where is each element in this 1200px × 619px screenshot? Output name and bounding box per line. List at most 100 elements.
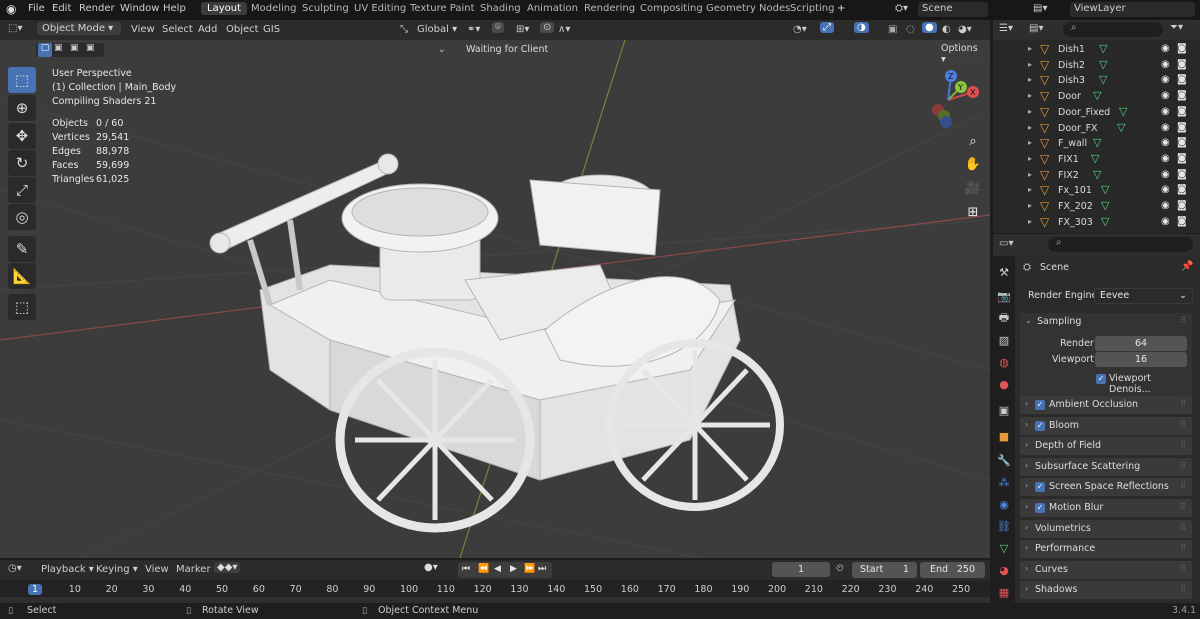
- pivot-icon[interactable]: ⚭▾: [467, 24, 480, 35]
- jump-end-icon[interactable]: ⏭: [538, 564, 546, 574]
- tab-compositing[interactable]: Compositing: [640, 3, 703, 14]
- world-tab-icon[interactable]: ●: [996, 376, 1012, 392]
- mesh-data-icon[interactable]: ▽: [1101, 183, 1109, 196]
- grip-icon[interactable]: ⠿: [1180, 440, 1186, 449]
- grip-icon[interactable]: ⠿: [1180, 316, 1186, 325]
- mesh-data-icon[interactable]: ▽: [1091, 152, 1099, 165]
- outliner-item[interactable]: ▸ ▽ Dish2 ▽ ◉ ◙: [993, 58, 1200, 73]
- properties-type-icon[interactable]: ▭▾: [999, 238, 1013, 249]
- texture-tab-icon[interactable]: ▦: [996, 584, 1012, 600]
- selection-mode-buttons[interactable]: ▢ ▣ ▣ ▣: [36, 43, 104, 57]
- keyframe-toggle-icon[interactable]: ◆◆▾: [214, 562, 241, 573]
- transform-orientation-dropdown[interactable]: Global ▾: [417, 24, 457, 35]
- menu-add[interactable]: Add: [198, 24, 217, 35]
- camera-icon[interactable]: ◙: [1177, 74, 1187, 85]
- camera-icon[interactable]: ◙: [1177, 43, 1187, 54]
- camera-icon[interactable]: ◙: [1177, 216, 1187, 227]
- rotate-tool-icon[interactable]: ↻: [8, 150, 36, 176]
- property-panel[interactable]: › Volumetrics ⠿: [1020, 519, 1192, 538]
- select-new-icon[interactable]: ▢: [38, 43, 52, 57]
- grip-icon[interactable]: ⠿: [1180, 584, 1186, 593]
- select-extend-icon[interactable]: ▣: [54, 43, 63, 53]
- expand-arrow-icon[interactable]: ▸: [1028, 75, 1032, 84]
- camera-icon[interactable]: ◙: [1177, 90, 1187, 101]
- grip-icon[interactable]: ⠿: [1180, 461, 1186, 470]
- grip-icon[interactable]: ⠿: [1180, 399, 1186, 408]
- expand-arrow-icon[interactable]: ▸: [1028, 201, 1032, 210]
- tab-rendering[interactable]: Rendering: [584, 3, 635, 14]
- add-cube-tool-icon[interactable]: ⬚: [8, 294, 36, 320]
- property-panel[interactable]: › Curves ⠿: [1020, 560, 1192, 579]
- eye-icon[interactable]: ◉: [1161, 122, 1170, 133]
- scene-selector[interactable]: Scene: [918, 2, 988, 17]
- mesh-data-icon[interactable]: ▽: [1117, 121, 1125, 134]
- mesh-data-icon[interactable]: ▽: [1101, 199, 1109, 212]
- play-icon[interactable]: ▶: [510, 564, 517, 574]
- tab-sculpting[interactable]: Sculpting: [302, 3, 349, 14]
- view-layer-tab-icon[interactable]: ▨: [996, 332, 1012, 348]
- view-layer-icon[interactable]: ▤▾: [1033, 3, 1047, 14]
- mesh-data-icon[interactable]: ▽: [1093, 89, 1101, 102]
- expand-arrow-icon[interactable]: ▸: [1028, 185, 1032, 194]
- navigation-gizmo[interactable]: X Y Z: [918, 66, 988, 130]
- zoom-icon[interactable]: ⌕: [961, 130, 985, 152]
- visibility-icon[interactable]: ◔▾: [793, 24, 807, 35]
- proportional-edit-icon[interactable]: ⊙: [540, 22, 555, 33]
- menu-select[interactable]: Select: [162, 24, 193, 35]
- material-tab-icon[interactable]: ◕: [996, 562, 1012, 578]
- mesh-data-icon[interactable]: ▽: [1119, 105, 1127, 118]
- camera-icon[interactable]: ◙: [1177, 59, 1187, 70]
- snap-icon[interactable]: ⌾: [492, 22, 504, 33]
- particles-tab-icon[interactable]: ⁂: [996, 474, 1012, 490]
- expand-arrow-icon[interactable]: ▸: [1028, 60, 1032, 69]
- menu-window[interactable]: Window: [120, 3, 159, 14]
- view-layer-selector[interactable]: ViewLayer: [1070, 2, 1195, 17]
- preview-range-icon[interactable]: ⏲: [836, 563, 844, 574]
- transform-tool-icon[interactable]: ◎: [8, 204, 36, 230]
- property-panel[interactable]: › Depth of Field ⠿: [1020, 437, 1192, 456]
- next-keyframe-icon[interactable]: ⏩: [524, 564, 535, 574]
- jump-start-icon[interactable]: ⏮: [462, 564, 470, 574]
- outliner-search-input[interactable]: ⌕: [1063, 22, 1163, 37]
- menu-edit[interactable]: Edit: [52, 3, 71, 14]
- end-frame-field[interactable]: End 250: [920, 562, 985, 578]
- eye-icon[interactable]: ◉: [1161, 153, 1170, 164]
- scale-tool-icon[interactable]: ⤢: [8, 177, 36, 203]
- ortho-grid-icon[interactable]: ⊞: [961, 201, 985, 223]
- menu-object[interactable]: Object: [226, 24, 259, 35]
- mesh-data-icon[interactable]: ▽: [1099, 58, 1107, 71]
- outliner-item[interactable]: ▸ ▽ F_wall ▽ ◉ ◙: [993, 136, 1200, 151]
- blender-logo-icon[interactable]: ◉: [6, 2, 16, 16]
- current-frame-field[interactable]: 1: [772, 562, 830, 577]
- editor-type-icon[interactable]: ⬚▾: [8, 23, 22, 34]
- menu-timeline-view[interactable]: View: [145, 564, 169, 575]
- menu-marker[interactable]: Marker: [176, 564, 211, 575]
- tab-scripting[interactable]: Scripting: [790, 3, 834, 14]
- camera-icon[interactable]: ◙: [1177, 169, 1187, 180]
- outliner-item[interactable]: ▸ ▽ Door_FX ▽ ◉ ◙: [993, 121, 1200, 136]
- grip-icon[interactable]: ⠿: [1180, 420, 1186, 429]
- tool-tab-icon[interactable]: ⚒: [996, 264, 1012, 280]
- menu-keying[interactable]: Keying ▾: [96, 564, 138, 575]
- measure-tool-icon[interactable]: 📐: [8, 263, 36, 289]
- outliner-item[interactable]: ▸ ▽ FIX2 ▽ ◉ ◙: [993, 168, 1200, 183]
- tab-uv-editing[interactable]: UV Editing: [354, 3, 406, 14]
- outliner-item[interactable]: ▸ ▽ Fx_101 ▽ ◉ ◙: [993, 183, 1200, 198]
- mesh-data-icon[interactable]: ▽: [1093, 136, 1101, 149]
- eye-icon[interactable]: ◉: [1161, 169, 1170, 180]
- outliner-item[interactable]: ▸ ▽ FIX1 ▽ ◉ ◙: [993, 152, 1200, 167]
- expand-arrow-icon[interactable]: ▸: [1028, 123, 1032, 132]
- render-samples-field[interactable]: 64: [1095, 336, 1187, 351]
- grip-icon[interactable]: ⠿: [1180, 543, 1186, 552]
- data-tab-icon[interactable]: ▽: [996, 540, 1012, 556]
- grip-icon[interactable]: ⠿: [1180, 523, 1186, 532]
- eye-icon[interactable]: ◉: [1161, 137, 1170, 148]
- mode-selector[interactable]: Object Mode ▾: [37, 22, 121, 35]
- panel-checkbox[interactable]: ✓: [1035, 503, 1045, 513]
- render-tab-icon[interactable]: 📷: [996, 288, 1012, 304]
- collection-tab-icon[interactable]: ▣: [996, 402, 1012, 418]
- scene-icon[interactable]: ⛭▾: [895, 3, 908, 14]
- shading-rendered-icon[interactable]: ◕▾: [958, 24, 972, 35]
- tab-geometry-nodes[interactable]: Geometry Nodes: [706, 3, 790, 14]
- pan-hand-icon[interactable]: ✋: [961, 153, 985, 175]
